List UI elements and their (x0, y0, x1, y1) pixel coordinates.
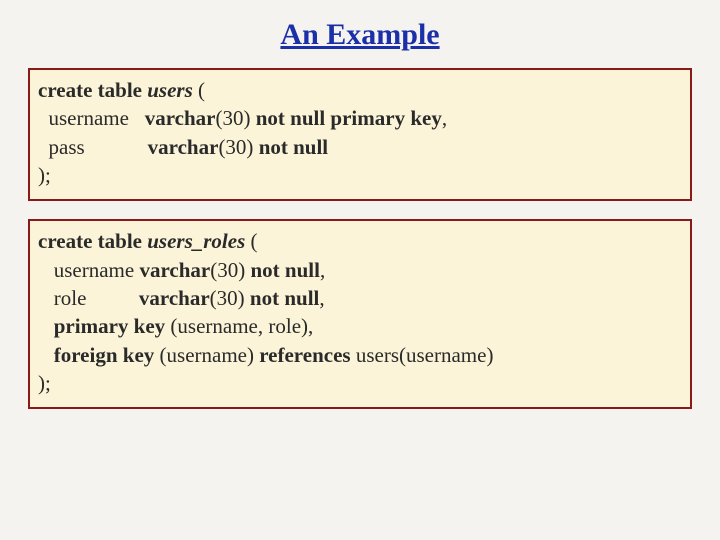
keyword: not null (253, 135, 328, 159)
keyword: varchar (148, 135, 219, 159)
text: ( (193, 78, 205, 102)
text: (30) (218, 135, 253, 159)
text: ); (38, 163, 51, 187)
text: pass (38, 135, 148, 159)
keyword: create table (38, 229, 147, 253)
text: role (38, 286, 139, 310)
identifier: users (147, 78, 193, 102)
keyword: references (259, 343, 356, 367)
code-block-users-roles: create table users_roles ( username varc… (28, 219, 692, 409)
code-line: username varchar(30) not null primary ke… (38, 104, 682, 132)
text: ( (245, 229, 257, 253)
text: ); (38, 371, 51, 395)
keyword: not null primary key (250, 106, 441, 130)
text: , (319, 286, 324, 310)
code-block-users: create table users ( username varchar(30… (28, 68, 692, 201)
code-line: pass varchar(30) not null (38, 133, 682, 161)
text: , (442, 106, 447, 130)
keyword: varchar (139, 286, 210, 310)
keyword: primary key (38, 314, 170, 338)
keyword: varchar (139, 258, 210, 282)
text: users(username) (356, 343, 494, 367)
code-line: create table users ( (38, 76, 682, 104)
keyword: not null (245, 258, 320, 282)
text: (username, role), (170, 314, 313, 338)
identifier: users_roles (147, 229, 245, 253)
code-line: ); (38, 161, 682, 189)
code-line: primary key (username, role), (38, 312, 682, 340)
slide: An Example create table users ( username… (0, 0, 720, 540)
text: username (38, 106, 145, 130)
code-line: username varchar(30) not null, (38, 256, 682, 284)
code-line: ); (38, 369, 682, 397)
code-line: role varchar(30) not null, (38, 284, 682, 312)
code-line: foreign key (username) references users(… (38, 341, 682, 369)
slide-title: An Example (0, 18, 720, 52)
text: (30) (210, 286, 245, 310)
keyword: foreign key (38, 343, 160, 367)
text: , (320, 258, 325, 282)
text: (username) (160, 343, 260, 367)
text: (30) (215, 106, 250, 130)
keyword: not null (245, 286, 320, 310)
keyword: create table (38, 78, 147, 102)
text: username (38, 258, 139, 282)
text: (30) (210, 258, 245, 282)
keyword: varchar (145, 106, 216, 130)
code-line: create table users_roles ( (38, 227, 682, 255)
